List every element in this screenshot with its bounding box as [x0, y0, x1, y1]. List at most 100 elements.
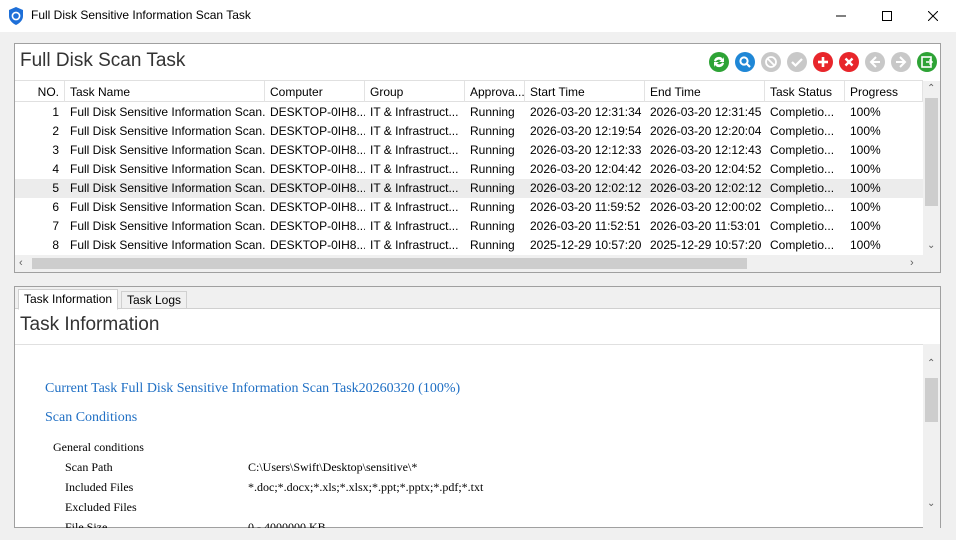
col-header-end-time[interactable]: End Time [645, 81, 765, 102]
cell-approval: Running [470, 238, 515, 252]
col-header-computer[interactable]: Computer [265, 81, 365, 102]
cell-row-number: 3 [52, 143, 59, 157]
col-header-task-status[interactable]: Task Status [765, 81, 845, 102]
cell-approval: Running [470, 162, 515, 176]
cell-start-time: 2026-03-20 12:12:33 [530, 143, 642, 157]
cell-row-number: 5 [52, 181, 59, 195]
table-horizontal-scrollbar[interactable]: ‹ › [15, 255, 940, 272]
cell-progress: 100% [850, 124, 881, 138]
table-row[interactable]: 1 Full Disk Sensitive Information Scan...… [15, 103, 923, 122]
excluded-files-label: Excluded Files [65, 500, 137, 514]
scroll-thumb[interactable] [925, 98, 938, 206]
cell-approval: Running [470, 219, 515, 233]
scan-conditions-heading: Scan Conditions [45, 410, 138, 425]
cell-end-time: 2026-03-20 12:04:52 [650, 162, 762, 176]
search-icon[interactable] [734, 51, 756, 73]
cell-end-time: 2026-03-20 12:12:43 [650, 143, 762, 157]
toolbar [708, 51, 938, 73]
tab-task-logs[interactable]: Task Logs [121, 291, 188, 309]
col-header-group[interactable]: Group [365, 81, 465, 102]
cell-computer: DESKTOP-0IH8... [270, 143, 365, 157]
cell-approval: Running [470, 181, 515, 195]
cell-group: IT & Infrastruct... [370, 200, 459, 214]
table-row[interactable]: 8 Full Disk Sensitive Information Scan...… [15, 236, 923, 255]
scroll-up-icon[interactable]: ⌃ [927, 358, 935, 369]
cell-row-number: 4 [52, 162, 59, 176]
tab-task-information[interactable]: Task Information [18, 289, 119, 310]
table-row[interactable]: 3 Full Disk Sensitive Information Scan...… [15, 141, 923, 160]
close-button[interactable] [910, 0, 956, 32]
delete-icon[interactable] [838, 51, 860, 73]
cell-task-name: Full Disk Sensitive Information Scan... [70, 181, 265, 195]
section-title: Task Information [20, 314, 160, 335]
current-task-heading: Current Task Full Disk Sensitive Informa… [45, 381, 461, 396]
cell-task-name: Full Disk Sensitive Information Scan... [70, 238, 265, 252]
stop-icon[interactable] [760, 51, 782, 73]
cell-task-name: Full Disk Sensitive Information Scan... [70, 200, 265, 214]
cell-task-name: Full Disk Sensitive Information Scan... [70, 124, 265, 138]
table-row[interactable]: 7 Full Disk Sensitive Information Scan...… [15, 217, 923, 236]
cell-group: IT & Infrastruct... [370, 181, 459, 195]
cell-group: IT & Infrastruct... [370, 238, 459, 252]
info-vertical-scrollbar[interactable]: ⌃ ⌄ [923, 344, 940, 528]
cell-computer: DESKTOP-0IH8... [270, 181, 365, 195]
add-icon[interactable] [812, 51, 834, 73]
col-header-approval[interactable]: Approva... [465, 81, 525, 102]
scroll-right-icon[interactable]: › [910, 257, 914, 269]
table-row[interactable]: 4 Full Disk Sensitive Information Scan...… [15, 160, 923, 179]
maximize-button[interactable] [864, 0, 910, 32]
back-icon[interactable] [864, 51, 886, 73]
scroll-down-icon[interactable]: ⌄ [927, 498, 935, 509]
col-header-no[interactable]: NO. [15, 81, 65, 102]
cell-end-time: 2026-03-20 12:20:04 [650, 124, 762, 138]
scan-path-label: Scan Path [65, 460, 113, 474]
cell-row-number: 6 [52, 200, 59, 214]
cell-progress: 100% [850, 219, 881, 233]
cell-end-time: 2026-03-20 12:31:45 [650, 105, 762, 119]
scroll-thumb[interactable] [925, 378, 938, 422]
cell-progress: 100% [850, 238, 881, 252]
cell-task-name: Full Disk Sensitive Information Scan... [70, 105, 265, 119]
scroll-down-icon[interactable]: ⌄ [927, 240, 935, 251]
scroll-thumb[interactable] [32, 258, 747, 269]
cell-computer: DESKTOP-0IH8... [270, 219, 365, 233]
check-icon[interactable] [786, 51, 808, 73]
included-files-label: Included Files [65, 480, 134, 494]
cell-approval: Running [470, 105, 515, 119]
cell-computer: DESKTOP-0IH8... [270, 124, 365, 138]
col-header-start-time[interactable]: Start Time [525, 81, 645, 102]
cell-task-name: Full Disk Sensitive Information Scan... [70, 219, 265, 233]
task-list-panel: Full Disk Scan Task NO. Task Name Comput… [14, 43, 941, 273]
export-icon[interactable] [916, 51, 938, 73]
col-header-task-name[interactable]: Task Name [65, 81, 265, 102]
cell-progress: 100% [850, 105, 881, 119]
cell-group: IT & Infrastruct... [370, 143, 459, 157]
cell-row-number: 2 [52, 124, 59, 138]
cell-start-time: 2026-03-20 12:02:12 [530, 181, 642, 195]
table-row[interactable]: 5 Full Disk Sensitive Information Scan...… [15, 179, 923, 198]
scan-path-value: C:\Users\Swift\Desktop\sensitive\* [248, 460, 418, 474]
forward-icon[interactable] [890, 51, 912, 73]
scroll-left-icon[interactable]: ‹ [19, 257, 23, 269]
col-header-progress[interactable]: Progress [845, 81, 923, 102]
cell-row-number: 1 [52, 105, 59, 119]
table-vertical-scrollbar[interactable]: ⌃ ⌄ [923, 81, 940, 256]
maximize-icon [882, 11, 892, 21]
minimize-button[interactable] [818, 0, 864, 32]
refresh-icon[interactable] [708, 51, 730, 73]
file-size-value: 0 - 4000000 KB [248, 520, 326, 528]
cell-computer: DESKTOP-0IH8... [270, 238, 365, 252]
tab-bar: Task Information Task Logs [15, 287, 940, 310]
close-icon [928, 11, 938, 21]
cell-end-time: 2026-03-20 12:02:12 [650, 181, 762, 195]
panel-title: Full Disk Scan Task [20, 50, 186, 71]
cell-group: IT & Infrastruct... [370, 162, 459, 176]
cell-computer: DESKTOP-0IH8... [270, 200, 365, 214]
cell-row-number: 8 [52, 238, 59, 252]
table-row[interactable]: 2 Full Disk Sensitive Information Scan...… [15, 122, 923, 141]
cell-progress: 100% [850, 200, 881, 214]
cell-task-status: Completio... [770, 200, 835, 214]
table-row[interactable]: 6 Full Disk Sensitive Information Scan...… [15, 198, 923, 217]
scroll-up-icon[interactable]: ⌃ [927, 83, 935, 94]
table-header: NO. Task Name Computer Group Approva... … [15, 80, 923, 102]
